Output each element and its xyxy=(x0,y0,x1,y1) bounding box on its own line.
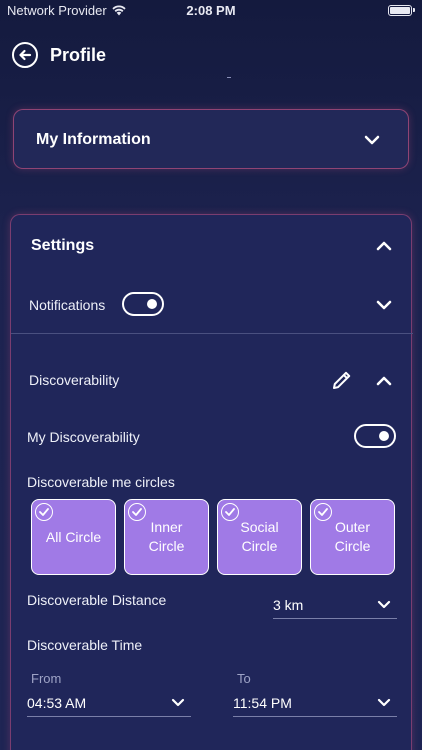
header: Profile xyxy=(12,40,106,70)
to-time-value: 11:54 PM xyxy=(233,695,292,711)
circle-options: All Circle Inner Circle Social Circle Ou… xyxy=(31,499,395,575)
profile-screen: Network Provider 2:08 PM Profile My Info… xyxy=(0,0,422,750)
chevron-down-icon xyxy=(171,698,185,707)
circle-option-label: Outer Circle xyxy=(334,519,371,554)
circle-option-social[interactable]: Social Circle xyxy=(217,499,302,575)
section-divider xyxy=(11,333,413,334)
checkmark-icon xyxy=(35,503,53,521)
pencil-icon[interactable] xyxy=(330,368,354,392)
circle-option-all[interactable]: All Circle xyxy=(31,499,116,575)
circles-label: Discoverable me circles xyxy=(27,474,175,490)
chevron-down-icon xyxy=(377,600,391,609)
time-label: Discoverable Time xyxy=(27,637,143,653)
checkmark-icon xyxy=(314,503,332,521)
notifications-toggle[interactable] xyxy=(122,292,164,316)
battery-icon xyxy=(388,5,415,16)
chevron-up-icon[interactable] xyxy=(375,237,393,255)
chevron-up-icon[interactable] xyxy=(375,372,393,390)
status-time: 2:08 PM xyxy=(186,3,236,18)
divider-mark xyxy=(227,77,231,78)
from-time-select[interactable]: 04:53 AM xyxy=(27,689,191,717)
checkmark-icon xyxy=(221,503,239,521)
circle-option-label: Inner Circle xyxy=(148,519,185,554)
chevron-down-icon[interactable] xyxy=(375,296,393,314)
circle-option-label: All Circle xyxy=(45,528,102,545)
from-time-value: 04:53 AM xyxy=(27,695,87,711)
checkmark-icon xyxy=(128,503,146,521)
circle-option-outer[interactable]: Outer Circle xyxy=(310,499,395,575)
my-discoverability-toggle[interactable] xyxy=(354,424,396,448)
circle-option-label: Social Circle xyxy=(240,519,279,554)
notifications-label: Notifications xyxy=(29,297,106,313)
distance-select[interactable]: 3 km xyxy=(273,591,397,619)
my-discoverability-label: My Discoverability xyxy=(27,429,140,445)
settings-card: Settings Notifications Discoverability M… xyxy=(10,214,413,750)
from-label: From xyxy=(31,671,62,686)
page-title: Profile xyxy=(50,44,107,65)
distance-label: Discoverable Distance xyxy=(27,592,167,608)
my-information-title: My Information xyxy=(36,131,151,148)
my-information-card[interactable]: My Information xyxy=(13,109,409,169)
to-label: To xyxy=(237,671,251,686)
settings-title: Settings xyxy=(31,237,95,254)
circle-option-inner[interactable]: Inner Circle xyxy=(124,499,209,575)
back-button[interactable] xyxy=(12,42,38,68)
arrow-left-icon xyxy=(19,49,32,61)
status-bar: Network Provider 2:08 PM xyxy=(0,0,422,22)
to-time-select[interactable]: 11:54 PM xyxy=(233,689,397,717)
discoverability-label: Discoverability xyxy=(29,372,120,388)
distance-value: 3 km xyxy=(273,597,304,613)
chevron-down-icon[interactable] xyxy=(363,131,381,149)
chevron-down-icon xyxy=(377,698,391,707)
